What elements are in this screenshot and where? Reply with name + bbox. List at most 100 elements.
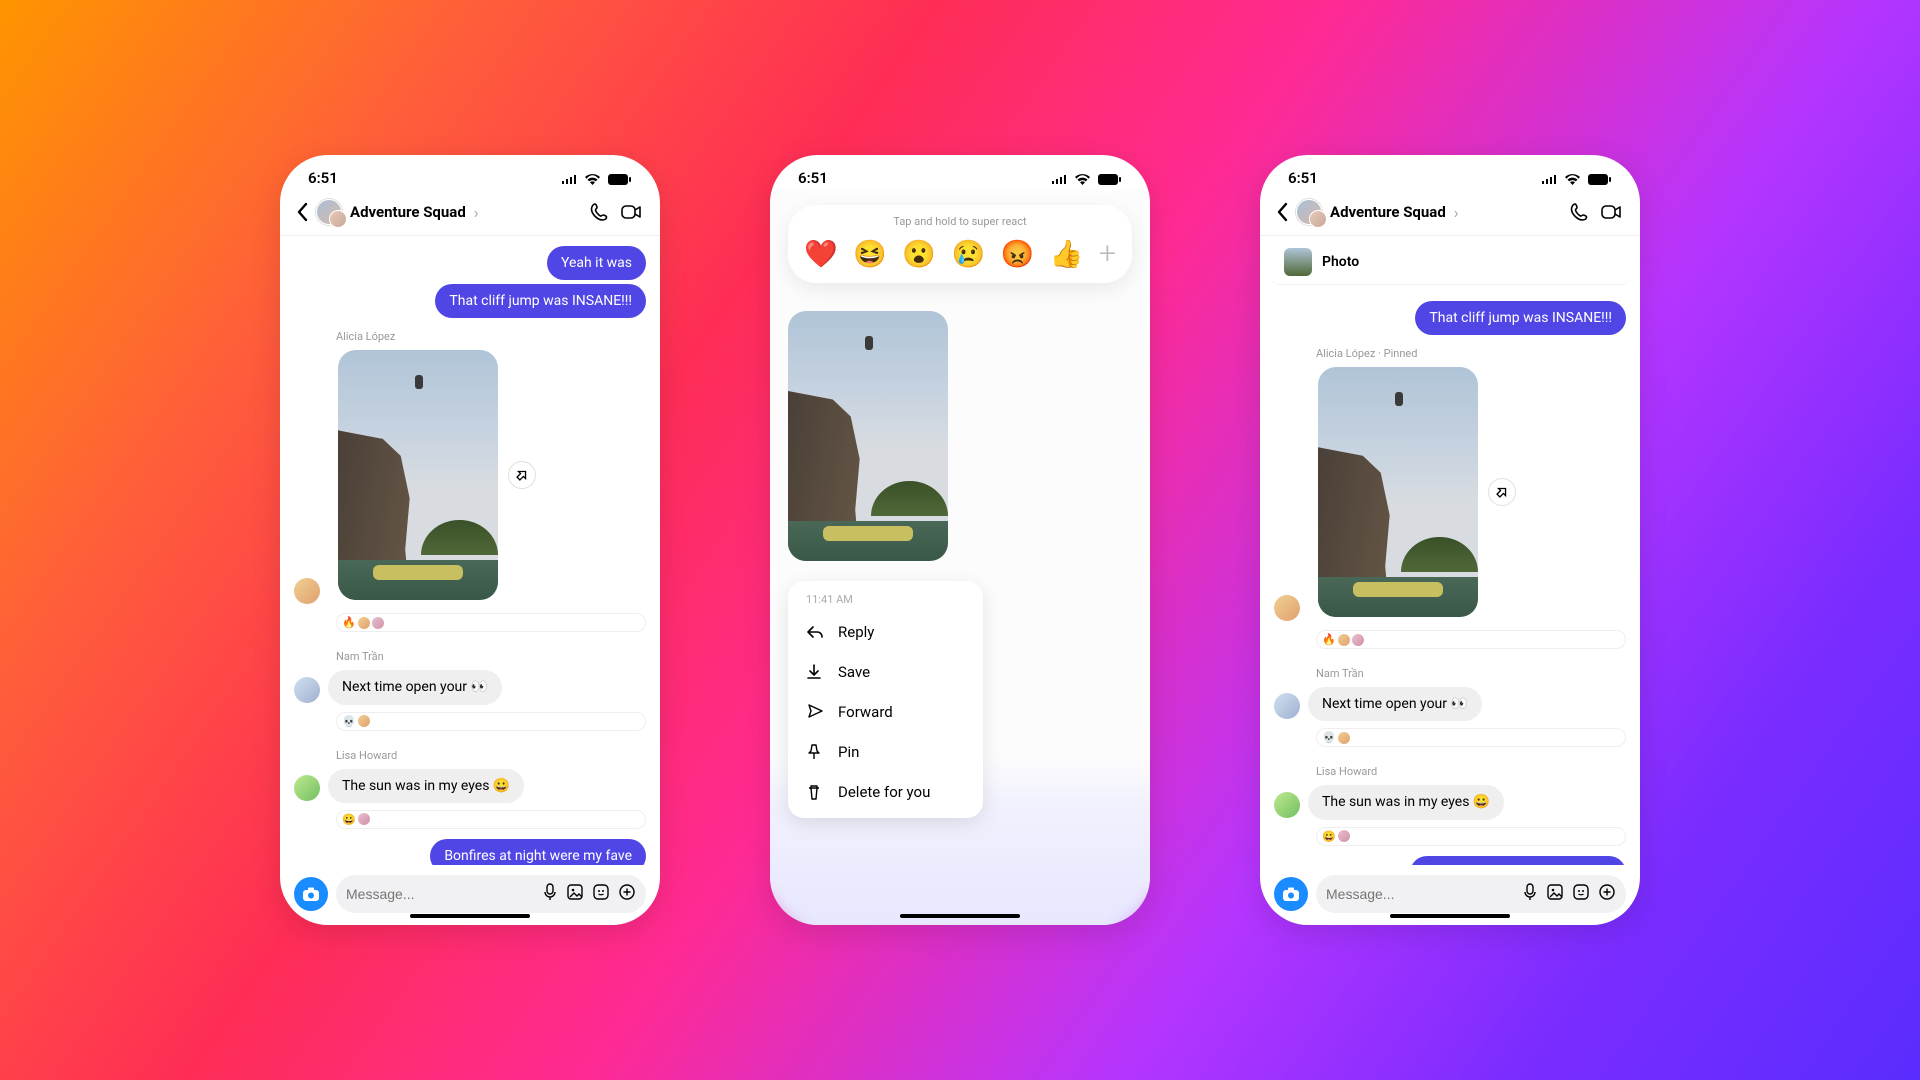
cellular-icon	[562, 174, 578, 184]
gallery-button[interactable]	[566, 883, 584, 905]
context-reply[interactable]: Reply	[788, 612, 983, 652]
sender-label: Nam Trần	[336, 650, 646, 663]
message-out[interactable]: Bonfires at night were my fave	[1410, 856, 1626, 865]
video-call-button[interactable]	[620, 201, 644, 223]
avatar[interactable]	[1274, 693, 1300, 719]
context-timestamp: 11:41 AM	[788, 587, 983, 612]
reaction-pill[interactable]: 😀	[336, 810, 646, 829]
message-in[interactable]: The sun was in my eyes 😀	[1308, 785, 1504, 819]
context-forward[interactable]: Forward	[788, 692, 983, 732]
chevron-right-icon: ›	[474, 203, 479, 222]
cellular-icon	[1052, 174, 1068, 184]
group-avatar[interactable]	[316, 199, 342, 225]
messages-list[interactable]: That cliff jump was INSANE!!! Alicia Lóp…	[1260, 291, 1640, 865]
home-indicator[interactable]	[1390, 914, 1510, 918]
message-in[interactable]: Next time open your 👀	[1308, 687, 1482, 721]
reaction-picker: Tap and hold to super react ❤️ 😆 😮 😢 😡 👍…	[788, 205, 1132, 283]
reaction-pill[interactable]: 😀	[1316, 827, 1626, 846]
avatar[interactable]	[1274, 792, 1300, 818]
status-icons	[1538, 169, 1612, 187]
status-time: 6:51	[1288, 169, 1318, 187]
reaction-add-button[interactable]: +	[1099, 236, 1116, 271]
avatar[interactable]	[294, 775, 320, 801]
context-menu: 11:41 AM Reply Save Forward Pin Delete f…	[788, 581, 983, 818]
sender-label: Lisa Howard	[336, 749, 646, 762]
mic-button[interactable]	[1522, 883, 1538, 905]
pinned-label: Photo	[1322, 254, 1359, 270]
message-input-container	[336, 875, 646, 913]
video-call-button[interactable]	[1600, 201, 1624, 223]
chat-navbar: Adventure Squad ›	[280, 191, 660, 236]
message-input[interactable]	[1326, 886, 1514, 902]
context-save[interactable]: Save	[788, 652, 983, 692]
camera-button[interactable]	[1274, 877, 1308, 911]
share-button[interactable]	[508, 461, 536, 489]
phone-chat-view: 6:51 Adventure Squad › Yeah it was That …	[280, 155, 660, 925]
message-photo[interactable]	[338, 350, 498, 600]
message-input[interactable]	[346, 886, 534, 902]
context-overlay[interactable]: Tap and hold to super react ❤️ 😆 😮 😢 😡 👍…	[770, 191, 1150, 925]
status-icons	[1048, 169, 1122, 187]
message-out[interactable]: That cliff jump was INSANE!!!	[1415, 301, 1626, 335]
context-pin[interactable]: Pin	[788, 732, 983, 772]
avatar[interactable]	[294, 677, 320, 703]
pinned-thumbnail	[1284, 248, 1312, 276]
reaction-cry[interactable]: 😢	[952, 238, 986, 270]
message-out[interactable]: Bonfires at night were my fave	[430, 839, 646, 865]
battery-icon	[608, 174, 632, 185]
message-out[interactable]: That cliff jump was INSANE!!!	[435, 284, 646, 318]
status-icons	[558, 169, 632, 187]
add-button[interactable]	[618, 883, 636, 905]
reaction-thumbsup[interactable]: 👍	[1050, 238, 1084, 270]
wifi-icon	[1565, 174, 1580, 185]
chat-title[interactable]: Adventure Squad	[350, 203, 466, 221]
message-in[interactable]: The sun was in my eyes 😀	[328, 769, 524, 803]
context-delete[interactable]: Delete for you	[788, 772, 983, 812]
cellular-icon	[1542, 174, 1558, 184]
reaction-pill[interactable]: 🔥	[1316, 630, 1626, 649]
avatar[interactable]	[294, 578, 320, 604]
status-time: 6:51	[798, 169, 828, 187]
pinned-banner[interactable]: Photo	[1270, 240, 1630, 285]
phone-context-menu-view: 6:51 Tap and hold to super react ❤️ 😆 😮 …	[770, 155, 1150, 925]
reaction-pill[interactable]: 🔥	[336, 613, 646, 632]
message-in[interactable]: Next time open your 👀	[328, 670, 502, 704]
reaction-wow[interactable]: 😮	[902, 238, 936, 270]
selected-message-photo[interactable]	[788, 311, 948, 561]
camera-button[interactable]	[294, 877, 328, 911]
add-button[interactable]	[1598, 883, 1616, 905]
phone-pinned-view: 6:51 Adventure Squad › Photo That cliff …	[1260, 155, 1640, 925]
call-button[interactable]	[590, 201, 612, 223]
home-indicator[interactable]	[900, 914, 1020, 918]
status-bar: 6:51	[280, 155, 660, 191]
reaction-heart[interactable]: ❤️	[804, 238, 838, 270]
sticker-button[interactable]	[592, 883, 610, 905]
chat-title[interactable]: Adventure Squad	[1330, 203, 1446, 221]
message-photo[interactable]	[1318, 367, 1478, 617]
sticker-button[interactable]	[1572, 883, 1590, 905]
reaction-pill[interactable]: 💀	[336, 712, 646, 731]
back-button[interactable]	[296, 202, 308, 222]
reaction-pill[interactable]: 💀	[1316, 728, 1626, 747]
status-bar: 6:51	[1260, 155, 1640, 191]
share-button[interactable]	[1488, 478, 1516, 506]
status-bar: 6:51	[770, 155, 1150, 191]
message-out[interactable]: Yeah it was	[547, 246, 646, 280]
messages-list[interactable]: Yeah it was That cliff jump was INSANE!!…	[280, 236, 660, 865]
mic-button[interactable]	[542, 883, 558, 905]
reaction-angry[interactable]: 😡	[1001, 238, 1035, 270]
gallery-button[interactable]	[1546, 883, 1564, 905]
back-button[interactable]	[1276, 202, 1288, 222]
home-indicator[interactable]	[410, 914, 530, 918]
avatar[interactable]	[1274, 595, 1300, 621]
message-input-container	[1316, 875, 1626, 913]
chevron-right-icon: ›	[1454, 203, 1459, 222]
sender-label: Alicia López · Pinned	[1316, 347, 1626, 360]
battery-icon	[1588, 174, 1612, 185]
wifi-icon	[1075, 174, 1090, 185]
reaction-laugh[interactable]: 😆	[853, 238, 887, 270]
group-avatar[interactable]	[1296, 199, 1322, 225]
battery-icon	[1098, 174, 1122, 185]
status-time: 6:51	[308, 169, 338, 187]
call-button[interactable]	[1570, 201, 1592, 223]
